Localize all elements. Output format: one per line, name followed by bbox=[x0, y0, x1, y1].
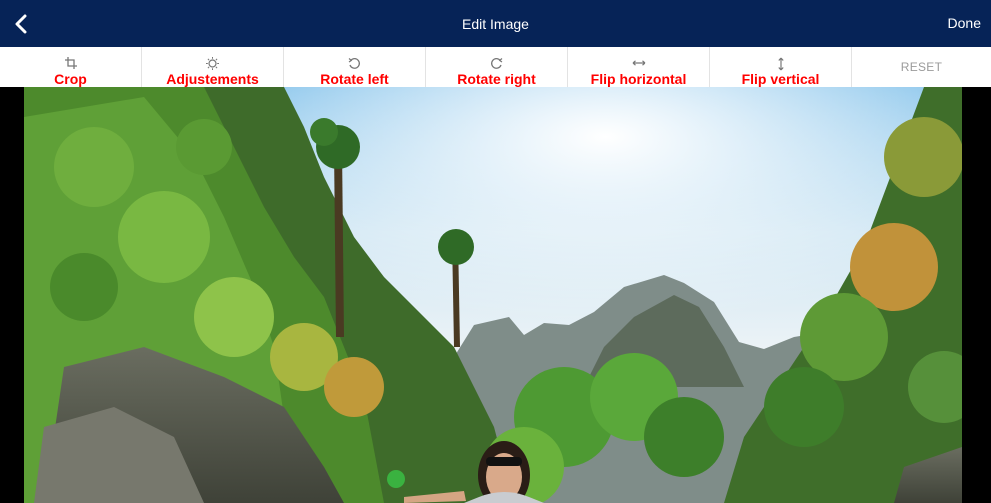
back-button[interactable] bbox=[8, 11, 34, 37]
edit-toolbar: Crop Adjustements Rotate left Rotate rig… bbox=[0, 47, 991, 87]
rotate-right-button[interactable]: Rotate right bbox=[426, 47, 568, 87]
flip-horizontal-label: Flip horizontal bbox=[590, 71, 687, 87]
adjustments-button[interactable]: Adjustements bbox=[142, 47, 284, 87]
rotate-right-label: Rotate right bbox=[457, 71, 536, 87]
rotate-left-icon bbox=[348, 58, 360, 69]
flip-horizontal-icon bbox=[632, 60, 645, 66]
crop-button[interactable]: Crop bbox=[0, 47, 142, 87]
flip-horizontal-button[interactable]: Flip horizontal bbox=[568, 47, 710, 87]
reset-label: RESET bbox=[900, 60, 943, 74]
image-canvas[interactable] bbox=[24, 87, 962, 503]
flip-vertical-icon bbox=[777, 57, 784, 71]
rotate-left-button[interactable]: Rotate left bbox=[284, 47, 426, 87]
app-header: Edit Image Done bbox=[0, 0, 991, 47]
done-button[interactable]: Done bbox=[948, 15, 981, 31]
adjustments-label: Adjustements bbox=[166, 71, 259, 87]
crop-label: Crop bbox=[54, 71, 87, 87]
flip-vertical-label: Flip vertical bbox=[741, 71, 820, 87]
crop-icon bbox=[64, 57, 77, 69]
photo bbox=[24, 87, 962, 503]
sun-icon bbox=[206, 57, 219, 70]
page-title: Edit Image bbox=[462, 15, 529, 32]
flip-vertical-button[interactable]: Flip vertical bbox=[710, 47, 852, 87]
rotate-right-icon bbox=[491, 58, 503, 69]
chevron-left-icon bbox=[15, 14, 27, 34]
reset-button[interactable]: RESET bbox=[852, 47, 991, 87]
rotate-left-label: Rotate left bbox=[320, 71, 389, 87]
